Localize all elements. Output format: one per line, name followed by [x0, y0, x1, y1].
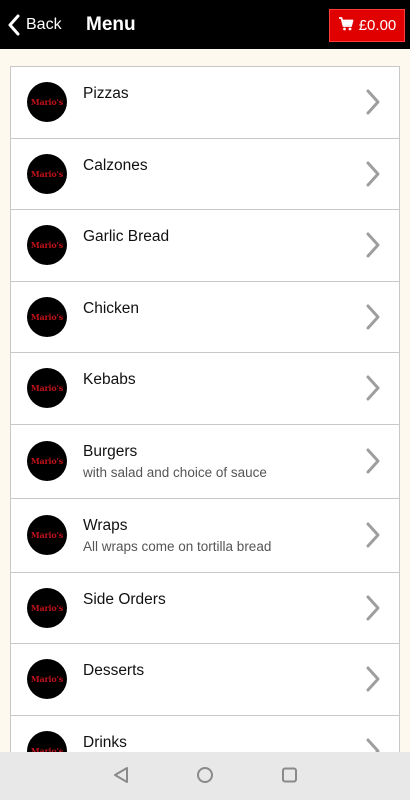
- menu-item-text: Side Orders: [83, 591, 166, 609]
- menu-item[interactable]: Mario's Drinks: [11, 715, 399, 752]
- menu-item[interactable]: Mario's Desserts: [11, 644, 399, 716]
- menu-item-title: Calzones: [83, 156, 148, 174]
- restaurant-logo: Mario's: [27, 225, 67, 266]
- cart-icon: [338, 16, 354, 35]
- page-title: Menu: [86, 14, 136, 35]
- menu-item-title: Wraps: [83, 516, 128, 534]
- chevron-right-icon: [365, 594, 381, 627]
- square-recents-icon[interactable]: [281, 766, 298, 789]
- cart-total: £0.00: [358, 17, 397, 34]
- menu-item[interactable]: Mario's Side Orders: [11, 572, 399, 644]
- restaurant-logo: Mario's: [27, 515, 67, 555]
- chevron-right-icon: [365, 231, 381, 264]
- back-button[interactable]: Back: [8, 12, 62, 38]
- chevron-right-icon: [365, 521, 381, 554]
- menu-item-title: Garlic Bread: [83, 228, 170, 245]
- menu-item-title: Side Orders: [83, 590, 166, 608]
- menu-item[interactable]: Mario's Burgers with salad and choice of s…: [11, 424, 399, 499]
- top-bar: Back Menu £0.00: [0, 0, 410, 49]
- chevron-right-icon: [365, 88, 381, 121]
- system-nav-bar: [0, 752, 410, 800]
- menu-item[interactable]: Mario's Pizzas: [11, 67, 399, 139]
- menu-item-text: Desserts: [83, 662, 144, 680]
- restaurant-logo: Mario's: [27, 587, 67, 628]
- menu-item[interactable]: Mario's Kebabs: [11, 353, 399, 425]
- chevron-right-icon: [365, 160, 381, 193]
- menu-item[interactable]: Mario's Wraps All wraps come on tortilla b…: [11, 498, 399, 573]
- menu-item-title: Kebabs: [83, 371, 136, 388]
- menu-item-text: Burgers with salad and choice of sauce: [83, 443, 267, 481]
- chevron-right-icon: [365, 303, 381, 336]
- restaurant-logo: Mario's: [27, 368, 67, 409]
- circle-home-icon[interactable]: [196, 766, 214, 789]
- triangle-back-icon[interactable]: [113, 766, 129, 789]
- menu-item-text: Wraps All wraps come on tortilla bread: [83, 517, 271, 555]
- restaurant-logo: Mario's: [27, 296, 67, 337]
- menu-item[interactable]: Mario's Calzones: [11, 138, 399, 210]
- menu-item[interactable]: Mario's Garlic Bread: [11, 210, 399, 282]
- chevron-right-icon: [365, 447, 381, 480]
- menu-item-title: Pizzas: [83, 85, 129, 102]
- chevron-right-icon: [365, 374, 381, 407]
- menu-item-text: Calzones: [83, 157, 148, 175]
- chevron-left-icon: [8, 14, 20, 36]
- menu-item-text: Pizzas: [83, 85, 129, 103]
- back-label: Back: [26, 16, 62, 33]
- menu-item-subtitle: with salad and choice of sauce: [83, 464, 267, 480]
- chevron-right-icon: [365, 737, 381, 752]
- menu-item-subtitle: All wraps come on tortilla bread: [83, 538, 272, 554]
- cart-button[interactable]: £0.00: [329, 9, 405, 42]
- menu-item-text: Kebabs: [83, 371, 136, 389]
- restaurant-logo: Mario's: [27, 153, 67, 194]
- menu-item-title: Chicken: [83, 299, 139, 317]
- restaurant-logo: Mario's: [27, 659, 67, 700]
- menu-item-title: Desserts: [83, 662, 145, 679]
- restaurant-logo: Mario's: [27, 730, 67, 752]
- chevron-right-icon: [365, 665, 381, 698]
- menu-item-text: Drinks: [83, 734, 127, 752]
- menu-list: Mario's Pizzas Mario's Calzones Mario's Garli…: [10, 66, 400, 752]
- menu-item-text: Chicken: [83, 300, 139, 318]
- menu-item-title: Drinks: [83, 733, 127, 751]
- menu-item-text: Garlic Bread: [83, 228, 169, 246]
- restaurant-logo: Mario's: [27, 82, 67, 123]
- restaurant-logo: Mario's: [27, 441, 67, 481]
- menu-item-title: Burgers: [83, 442, 138, 460]
- menu-item[interactable]: Mario's Chicken: [11, 281, 399, 353]
